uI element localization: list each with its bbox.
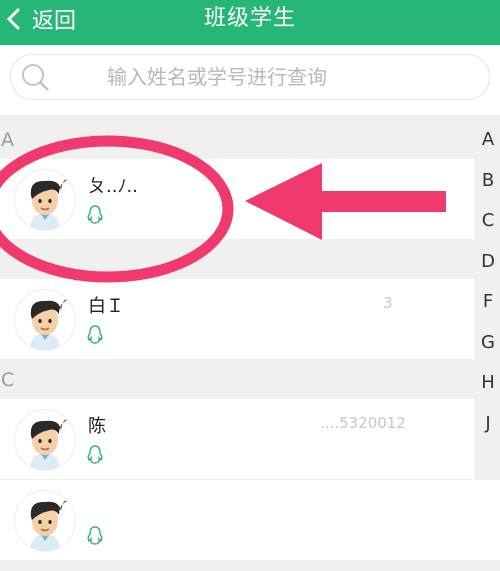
student-number: 3: [383, 294, 393, 312]
student-name: 白Ｉ: [88, 296, 124, 317]
index-letter[interactable]: J: [476, 413, 500, 434]
search-input[interactable]: 输入姓名或学号进行查询: [10, 54, 490, 100]
index-letter[interactable]: A: [476, 129, 500, 150]
index-letter[interactable]: B: [476, 170, 500, 191]
student-row[interactable]: 陈 ....5320012: [0, 399, 474, 479]
qq-icon: [86, 205, 104, 229]
index-letter[interactable]: D: [476, 251, 500, 272]
student-name: 陈: [88, 416, 106, 437]
student-avatar-icon: [14, 490, 76, 552]
section-letter: A: [1, 129, 14, 151]
search-bar: 输入姓名或学号进行查询: [0, 45, 500, 115]
student-row[interactable]: 白Ｉ 3: [0, 279, 474, 359]
student-avatar-icon: [14, 289, 76, 351]
qq-icon: [86, 445, 104, 469]
student-name: ㄆ..ﾉ..: [88, 176, 138, 197]
student-avatar-icon: [14, 169, 76, 231]
student-avatar-icon: [14, 409, 76, 471]
section-letter: C: [1, 369, 15, 391]
section-header-c: C: [0, 365, 500, 399]
qq-icon: [86, 325, 104, 349]
student-row[interactable]: ㄆ..ﾉ..: [0, 159, 474, 239]
index-letter[interactable]: C: [476, 210, 500, 231]
student-number: ....5320012: [320, 414, 406, 432]
app-header: 返回 班级学生: [0, 0, 500, 45]
search-placeholder: 输入姓名或学号进行查询: [107, 65, 327, 89]
index-letter[interactable]: F: [476, 291, 500, 312]
index-letter[interactable]: G: [476, 332, 500, 353]
page-title: 班级学生: [203, 6, 296, 31]
section-header-a: A: [0, 125, 500, 159]
student-row[interactable]: [0, 480, 500, 560]
qq-icon: [86, 526, 104, 550]
search-icon: [21, 63, 51, 97]
index-letter[interactable]: H: [476, 372, 500, 393]
